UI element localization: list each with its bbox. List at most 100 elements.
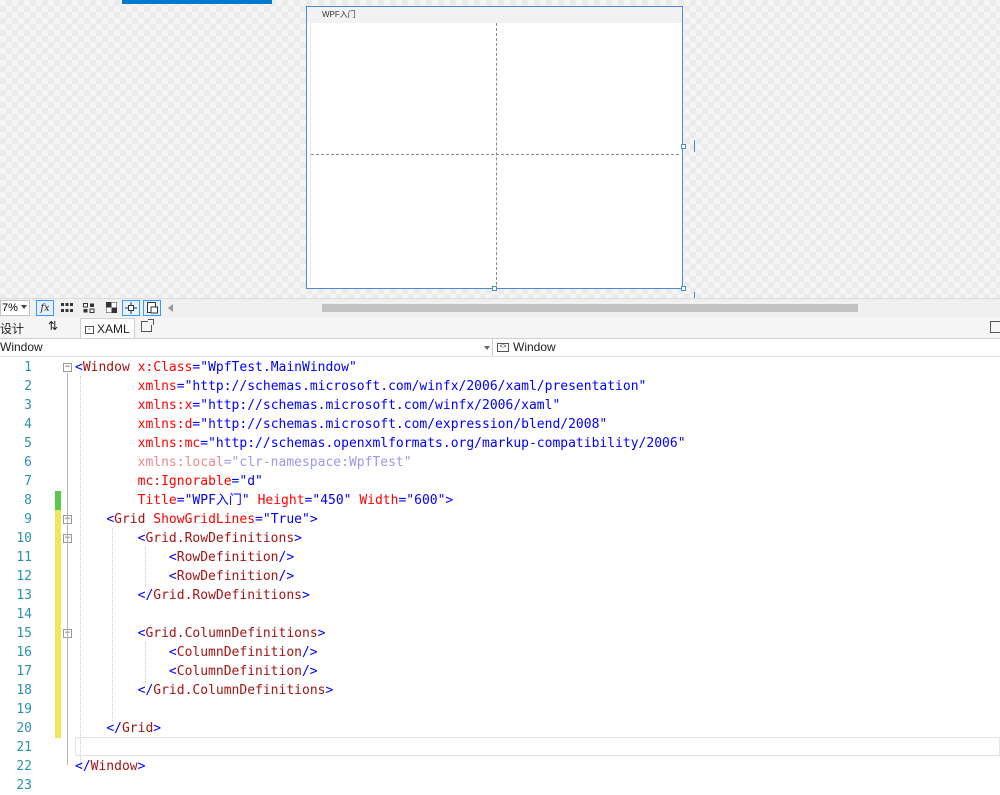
code-line[interactable]: 20 </Grid> bbox=[0, 719, 1000, 738]
scroll-left-arrow-icon[interactable] bbox=[168, 304, 173, 312]
code-token: Height bbox=[257, 493, 305, 508]
toggle-snap-grid-button[interactable] bbox=[80, 300, 98, 316]
code-line[interactable]: 23 bbox=[0, 776, 1000, 795]
code-token: " bbox=[552, 398, 561, 413]
line-number: 1 bbox=[24, 360, 32, 375]
code-token: http://schemas.microsoft.com/winfx/2006/… bbox=[192, 379, 639, 394]
code-token: 450 bbox=[320, 493, 344, 508]
zoom-level-value: 7% bbox=[2, 302, 18, 314]
project-code-button[interactable] bbox=[143, 300, 161, 316]
line-number: 23 bbox=[16, 778, 32, 793]
line-number: 17 bbox=[16, 664, 32, 679]
code-text: <Grid ShowGridLines="True"> bbox=[75, 510, 317, 529]
element-member-dropdown[interactable]: <> Window bbox=[497, 339, 556, 356]
code-token: xmlns:mc bbox=[137, 436, 201, 451]
code-text: </Grid.RowDefinitions> bbox=[75, 586, 310, 605]
code-token: Grid.ColumnDefinitions bbox=[153, 683, 326, 698]
tab-xaml-label: XAML bbox=[97, 322, 130, 336]
zoom-level-dropdown[interactable]: 7% bbox=[0, 300, 30, 316]
code-token: http://schemas.microsoft.com/expression/… bbox=[208, 417, 600, 432]
code-token: mc:Ignorable bbox=[137, 474, 232, 489]
code-line[interactable]: 2 xmlns="http://schemas.microsoft.com/wi… bbox=[0, 377, 1000, 396]
horizontal-scrollbar-thumb[interactable] bbox=[322, 304, 858, 312]
code-token: < bbox=[168, 664, 177, 679]
line-number: 13 bbox=[16, 588, 32, 603]
code-line[interactable]: 9 <Grid ShowGridLines="True"> bbox=[0, 510, 1000, 529]
line-number: 16 bbox=[16, 645, 32, 660]
code-line[interactable]: 19 bbox=[0, 700, 1000, 719]
formula-button[interactable]: fx bbox=[36, 300, 54, 316]
code-token: Width bbox=[359, 493, 399, 508]
code-line[interactable]: 17 <ColumnDefinition/> bbox=[0, 662, 1000, 681]
wpf-window-preview[interactable]: WPF入门 bbox=[306, 6, 683, 289]
code-text: <RowDefinition/> bbox=[75, 548, 294, 567]
element-type-dropdown[interactable]: Window bbox=[0, 339, 493, 356]
code-token: " bbox=[638, 379, 647, 394]
grid-row-divider bbox=[311, 154, 679, 155]
code-text: xmlns:mc="http://schemas.openxmlformats.… bbox=[75, 434, 686, 453]
code-token: =" bbox=[304, 493, 321, 508]
xaml-code-editor[interactable]: − − − − 1 <Window x:Class="WpfTest.MainWi… bbox=[0, 357, 1000, 793]
code-line[interactable]: 22 </Window> bbox=[0, 757, 1000, 776]
code-line[interactable]: 3 xmlns:x="http://schemas.microsoft.com/… bbox=[0, 396, 1000, 415]
code-token: =" bbox=[231, 474, 248, 489]
code-token: " bbox=[348, 360, 357, 375]
code-token: Grid bbox=[114, 512, 146, 527]
code-text: Title="WPF入门" Height="450" Width="600"> bbox=[75, 491, 454, 510]
toggle-grid-button[interactable] bbox=[58, 300, 76, 316]
checkerboard-icon bbox=[105, 301, 117, 314]
code-token: xmlns:local bbox=[137, 455, 224, 470]
line-number: 18 bbox=[16, 683, 32, 698]
code-line[interactable]: 16 <ColumnDefinition/> bbox=[0, 643, 1000, 662]
wpf-grid-preview[interactable] bbox=[310, 23, 679, 285]
code-line[interactable]: 18 </Grid.ColumnDefinitions> bbox=[0, 681, 1000, 700]
code-token: http://schemas.microsoft.com/winfx/2006/… bbox=[208, 398, 553, 413]
code-line[interactable]: 1 <Window x:Class="WpfTest.MainWindow" bbox=[0, 358, 1000, 377]
snap-to-snaplines-button[interactable] bbox=[122, 300, 140, 316]
code-token: </ bbox=[75, 759, 91, 774]
code-token: =" bbox=[176, 379, 193, 394]
code-token: Grid.RowDefinitions bbox=[153, 588, 302, 603]
resize-handle-corner[interactable] bbox=[681, 286, 686, 291]
code-line[interactable]: 12 <RowDefinition/> bbox=[0, 567, 1000, 586]
design-surface[interactable]: WPF入门 bbox=[0, 0, 1000, 298]
resize-handle-right[interactable] bbox=[681, 144, 686, 149]
code-line[interactable]: 15 <Grid.ColumnDefinitions> bbox=[0, 624, 1000, 643]
code-line[interactable]: 11 <RowDefinition/> bbox=[0, 548, 1000, 567]
code-line[interactable]: 8 Title="WPF入门" Height="450" Width="600"… bbox=[0, 491, 1000, 510]
code-token: " bbox=[255, 474, 263, 489]
line-number: 12 bbox=[16, 569, 32, 584]
code-line[interactable]: 6 xmlns:local="clr-namespace:WpfTest" bbox=[0, 453, 1000, 472]
code-token: "> bbox=[437, 493, 454, 508]
code-line[interactable]: 5 xmlns:mc="http://schemas.openxmlformat… bbox=[0, 434, 1000, 453]
code-text: <RowDefinition/> bbox=[75, 567, 294, 586]
element-icon: <> bbox=[497, 343, 509, 353]
code-token: /> bbox=[301, 664, 318, 679]
tab-xaml[interactable]: ▫ XAML bbox=[80, 318, 135, 338]
line-number: 5 bbox=[24, 436, 32, 451]
swap-panes-button[interactable]: ⇅ bbox=[48, 319, 58, 333]
code-line[interactable]: 14 bbox=[0, 605, 1000, 624]
code-token: " bbox=[599, 417, 608, 432]
code-token: True bbox=[270, 512, 302, 527]
toggle-artboard-background-button[interactable] bbox=[102, 300, 120, 316]
expand-pane-icon[interactable] bbox=[990, 321, 1000, 333]
popout-icon[interactable] bbox=[141, 319, 154, 332]
code-token: =" bbox=[176, 493, 193, 508]
element-member-value: Window bbox=[513, 340, 556, 354]
code-line[interactable]: 21 bbox=[0, 738, 1000, 757]
grid-icon bbox=[61, 303, 73, 312]
xaml-file-icon: ▫ bbox=[85, 325, 94, 334]
document-code-icon bbox=[146, 302, 158, 314]
code-token: =" bbox=[192, 398, 209, 413]
code-line[interactable]: 4 xmlns:d="http://schemas.microsoft.com/… bbox=[0, 415, 1000, 434]
code-line[interactable]: 7 mc:Ignorable="d" bbox=[0, 472, 1000, 491]
snap-grid-icon bbox=[83, 303, 95, 313]
code-line[interactable]: 13 </Grid.RowDefinitions> bbox=[0, 586, 1000, 605]
line-number: 21 bbox=[16, 740, 32, 755]
tab-design[interactable]: 设计 bbox=[0, 320, 24, 337]
code-line[interactable]: 10 <Grid.RowDefinitions> bbox=[0, 529, 1000, 548]
element-type-value: Window bbox=[0, 340, 43, 354]
resize-handle-bottom[interactable] bbox=[492, 286, 497, 291]
